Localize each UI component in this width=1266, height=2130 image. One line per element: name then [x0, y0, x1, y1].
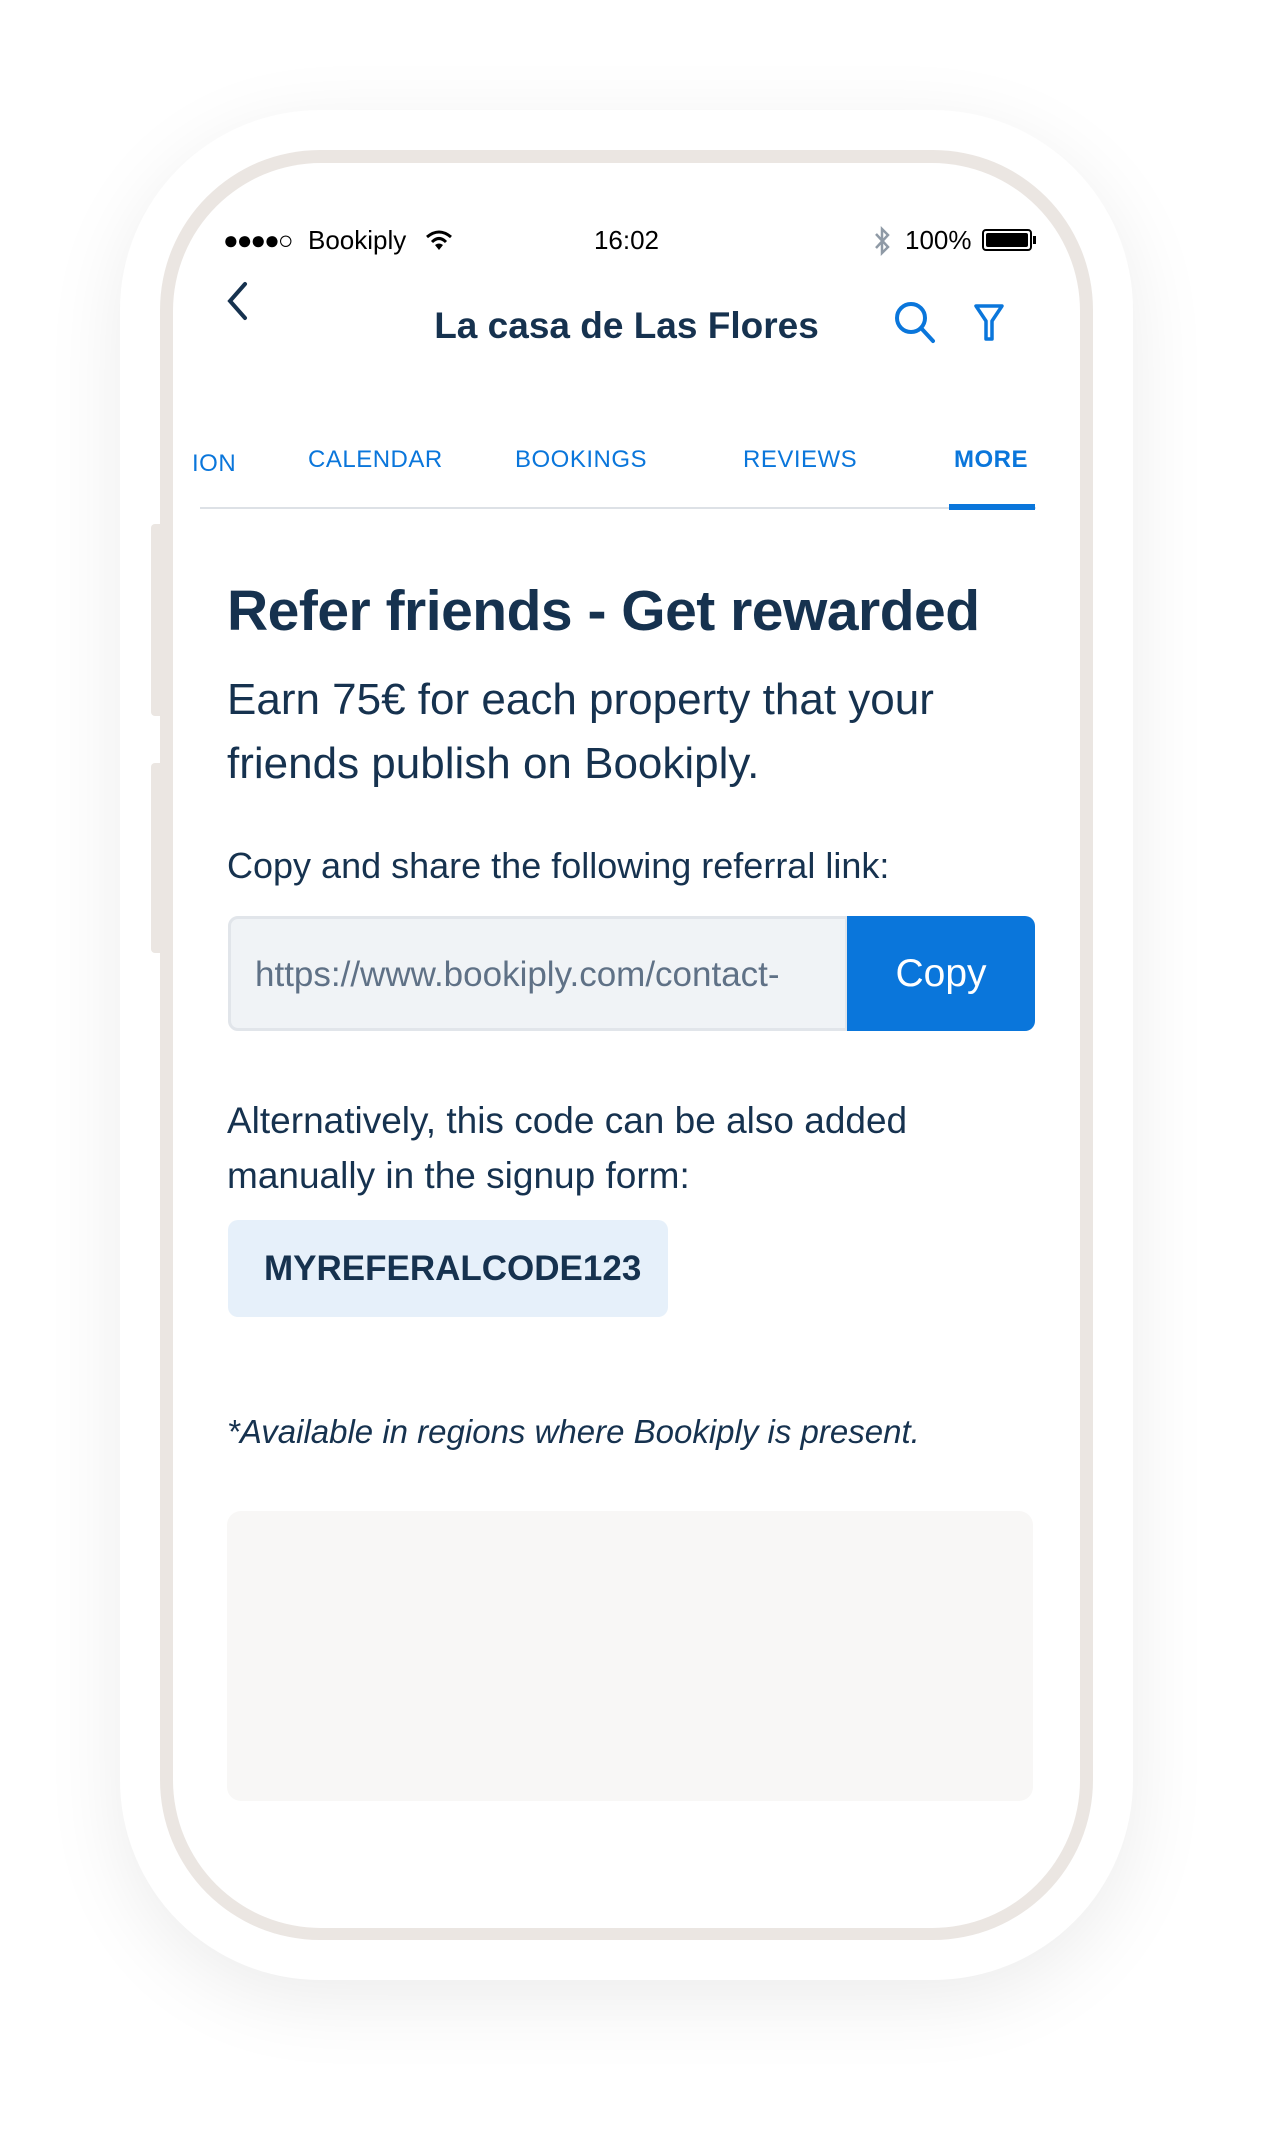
phone-screen: ●●●●○ Bookiply 16:02 100% La casa de Las…: [173, 163, 1080, 1928]
tab-information[interactable]: ION: [192, 450, 236, 478]
tab-bookings[interactable]: BOOKINGS: [515, 446, 647, 474]
battery-icon: [982, 229, 1036, 251]
battery-percent: 100%: [905, 225, 972, 255]
filter-icon[interactable]: [973, 303, 1005, 343]
referral-code: MYREFERALCODE123: [228, 1220, 668, 1317]
referral-link-field[interactable]: https://www.bookiply.com/contact-: [228, 916, 848, 1031]
active-tab-indicator: [949, 504, 1035, 510]
tab-calendar[interactable]: CALENDAR: [308, 446, 443, 474]
tabs-divider: [200, 507, 1036, 509]
tab-more[interactable]: MORE: [954, 446, 1028, 474]
placeholder-panel: [227, 1511, 1033, 1801]
alternative-code-text: Alternatively, this code can be also add…: [227, 1100, 908, 1196]
volume-down-button: [151, 763, 163, 953]
page-title: La casa de Las Flores: [434, 305, 819, 346]
reward-description: Earn 75€ for each property that your fri…: [227, 675, 934, 788]
availability-note: *Available in regions where Bookiply is …: [227, 1413, 920, 1450]
volume-up-button: [151, 524, 163, 716]
page-heading: Refer friends - Get rewarded: [227, 579, 980, 643]
search-icon[interactable]: [893, 300, 937, 344]
bluetooth-icon: [875, 225, 890, 257]
tab-reviews[interactable]: REVIEWS: [743, 446, 857, 474]
copy-button[interactable]: Copy: [847, 916, 1035, 1031]
referral-link-label: Copy and share the following referral li…: [227, 845, 890, 886]
